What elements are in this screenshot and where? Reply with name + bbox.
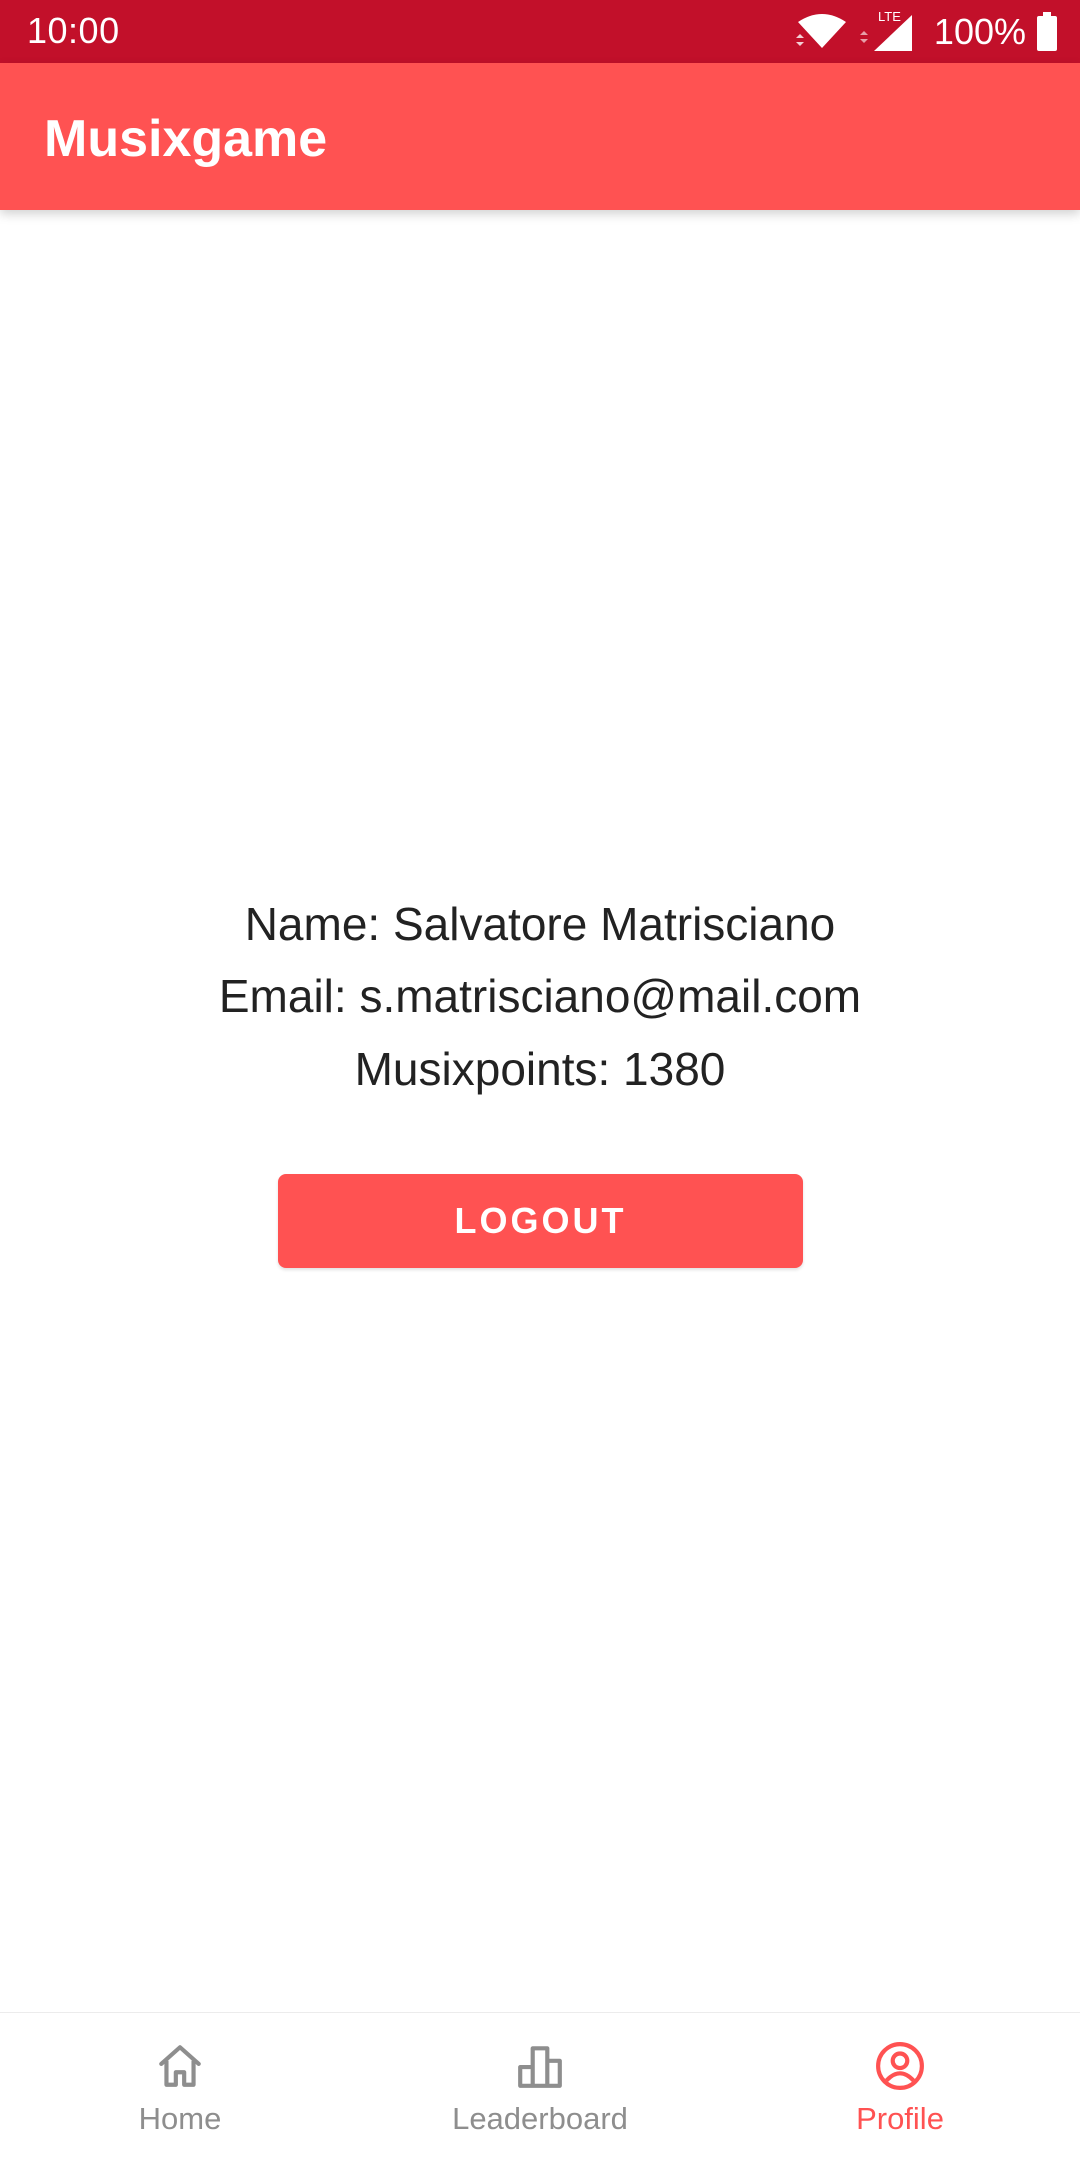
nav-label-profile: Profile [856, 2101, 944, 2136]
logout-button[interactable]: LOGOUT [278, 1174, 803, 1268]
profile-name: Name: Salvatore Matrisciano [244, 898, 836, 950]
bottom-navigation: Home Leaderboard Profile [0, 2012, 1080, 2161]
app-title: Musixgame [44, 110, 328, 168]
wifi-icon [792, 12, 852, 52]
battery-icon [1036, 11, 1058, 52]
nav-label-home: Home [138, 2101, 222, 2136]
lte-signal-icon: LTE [856, 9, 918, 55]
battery-percent: 100% [933, 10, 1026, 52]
lte-label: LTE [878, 9, 901, 24]
nav-item-profile[interactable]: Profile [720, 2013, 1080, 2161]
status-bar: 10:00 LTE 100% [0, 0, 1080, 63]
nav-label-leaderboard: Leaderboard [452, 2101, 628, 2136]
app-bar: Musixgame [0, 63, 1080, 210]
profile-content: Name: Salvatore Matrisciano Email: s.mat… [0, 210, 1080, 2010]
home-icon [159, 2045, 201, 2087]
nav-item-leaderboard[interactable]: Leaderboard [360, 2013, 720, 2161]
profile-icon [876, 2042, 924, 2090]
profile-points: Musixpoints: 1380 [354, 1043, 726, 1095]
status-icons: LTE 100% [792, 0, 1058, 63]
leaderboard-icon [518, 2046, 562, 2088]
status-time: 10:00 [27, 10, 120, 51]
profile-email: Email: s.matrisciano@mail.com [218, 970, 862, 1022]
nav-item-home[interactable]: Home [0, 2013, 360, 2161]
